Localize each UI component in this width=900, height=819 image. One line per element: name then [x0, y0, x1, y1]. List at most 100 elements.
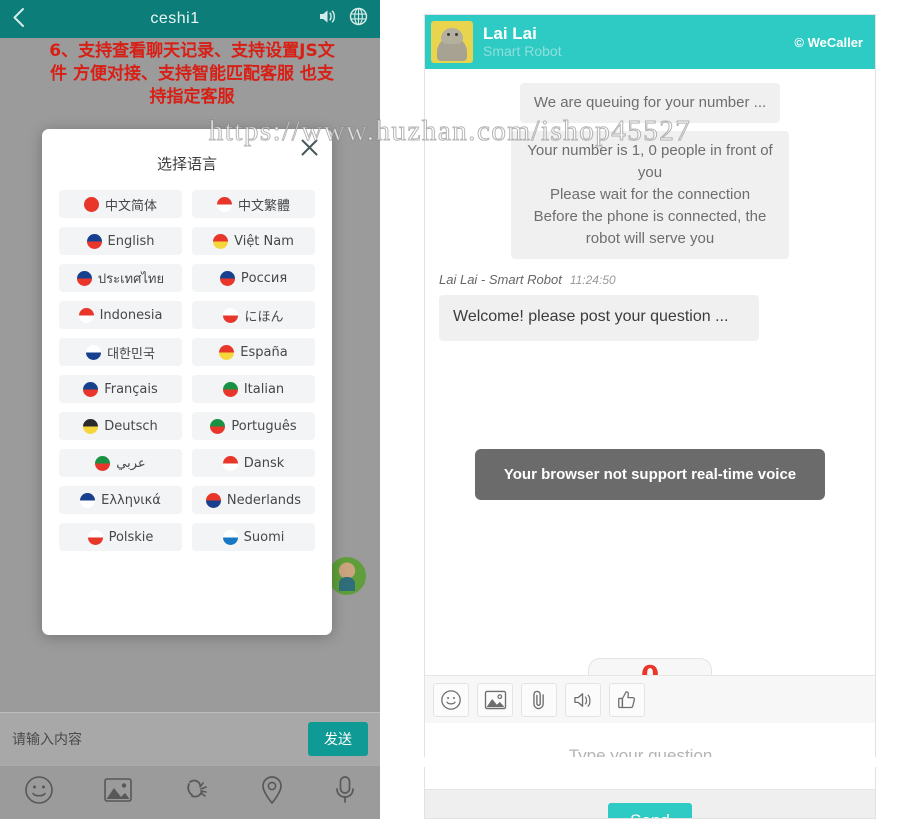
language-option-label: España [240, 344, 288, 360]
bot-subtitle: Smart Robot [483, 42, 562, 59]
language-option-label: Français [104, 381, 158, 397]
language-option-label: 대한민국 [107, 346, 155, 362]
promo-banner-text: 6、支持查看聊天记录、支持设置JS文件 方便对接、支持智能匹配客服 也支持指定客… [49, 41, 335, 107]
scan-artifact [424, 757, 876, 767]
image-icon[interactable] [477, 682, 513, 717]
dialog-title: 选择语言 [156, 155, 217, 173]
system-message-line: Please wait for the connection [549, 186, 751, 203]
language-option-label: Deutsch [104, 418, 158, 434]
language-option[interactable]: Polskie [59, 523, 182, 551]
microphone-icon[interactable] [334, 775, 356, 810]
language-option-label: Việt Nam [234, 233, 294, 249]
globe-icon[interactable] [349, 7, 368, 31]
language-option-label: Polskie [108, 529, 154, 545]
language-option-label: Indonesia [99, 307, 163, 323]
gr-flag-icon [80, 492, 96, 508]
language-option[interactable]: English [59, 227, 182, 255]
language-option[interactable]: Việt Nam [192, 227, 315, 255]
smiley-icon[interactable] [433, 682, 469, 717]
language-option-label: 中文繁體 [237, 198, 290, 214]
system-message-line: Before the phone is connected, the robot… [533, 208, 767, 247]
language-option[interactable]: 中文繁體 [192, 190, 315, 218]
left-panel-header: ceshi1 [0, 0, 380, 38]
ae-flag-icon [95, 455, 111, 471]
message-input[interactable]: 请输入内容 [12, 729, 308, 749]
screenshot-root: ceshi1 6、支持查看聊天记录、支持设置JS文件 方便对接、支持智能匹配客服… [0, 0, 900, 819]
system-message-waiting: Your number is 1, 0 people in front of y… [511, 131, 789, 259]
language-option[interactable]: عربي [59, 449, 182, 477]
toast-notification: Your browser not support real-time voice [475, 449, 825, 500]
language-option-label: Россия [240, 270, 288, 286]
chevron-left-icon[interactable] [12, 7, 38, 32]
kr-flag-icon [86, 344, 102, 360]
system-message-queue: We are queuing for your number ... [519, 83, 781, 123]
pt-flag-icon [210, 418, 226, 434]
paperclip-icon[interactable] [521, 682, 557, 717]
language-option[interactable]: Italian [192, 375, 315, 403]
chat-message-area: We are queuing for your number ... Your … [425, 69, 875, 718]
hk-flag-icon [216, 196, 232, 212]
uk-flag-icon [86, 233, 102, 249]
message-meta: Lai Lai - Smart Robot 11:24:50 [439, 272, 861, 287]
chat-input-area[interactable]: Type your question ... [425, 723, 875, 789]
send-button[interactable]: Send [608, 802, 692, 818]
bot-identity: Lai Lai Smart Robot [483, 24, 784, 59]
language-option-label: Italian [243, 381, 285, 397]
language-option[interactable]: ประเทศไทย [59, 264, 182, 292]
sticker-icon[interactable] [181, 776, 211, 809]
language-option-label: Nederlands [226, 492, 302, 508]
language-option[interactable]: Dansk [192, 449, 315, 477]
location-pin-icon[interactable] [259, 775, 285, 810]
robot-avatar [431, 21, 473, 63]
language-option-label: Dansk [243, 455, 285, 471]
left-bottom-toolbar [0, 765, 380, 819]
th-flag-icon [76, 270, 92, 286]
language-option[interactable]: Indonesia [59, 301, 182, 329]
language-option[interactable]: España [192, 338, 315, 366]
speaker-icon[interactable] [318, 8, 337, 30]
bot-welcome-message: Welcome! please post your question ... [439, 295, 759, 341]
chat-send-area: Send [425, 789, 875, 818]
language-option[interactable]: にほん [192, 301, 315, 329]
language-option[interactable]: Deutsch [59, 412, 182, 440]
pl-flag-icon [87, 529, 103, 545]
language-selection-dialog: 选择语言 中文简体 中文繁體 English Việt Nam ประเทศไทย Рос… [42, 129, 332, 635]
close-icon[interactable] [299, 137, 320, 162]
language-option[interactable]: Ελληνικά [59, 486, 182, 514]
image-icon[interactable] [103, 777, 133, 808]
de-flag-icon [83, 418, 99, 434]
jp-flag-icon [223, 307, 239, 323]
language-option[interactable]: Português [192, 412, 315, 440]
language-option[interactable]: Suomi [192, 523, 315, 551]
language-option[interactable]: 대한민국 [59, 338, 182, 366]
cn-flag-icon [83, 196, 99, 212]
language-option[interactable]: Nederlands [192, 486, 315, 514]
page-title: ceshi1 [150, 10, 200, 27]
language-option[interactable]: 中文简体 [59, 190, 182, 218]
language-option[interactable]: Россия [192, 264, 315, 292]
thumbs-up-icon[interactable] [609, 682, 645, 717]
message-sender: Lai Lai - Smart Robot [439, 272, 562, 287]
send-button[interactable]: 发送 [308, 722, 368, 756]
language-option-label: ประเทศไทย [97, 271, 165, 287]
fr-flag-icon [83, 381, 99, 397]
language-option-label: Ελληνικά [101, 492, 161, 508]
fi-flag-icon [222, 529, 238, 545]
language-option-label: 中文简体 [104, 198, 157, 214]
system-message-line: Your number is 1, 0 people in front of y… [527, 142, 773, 181]
language-grid: 中文简体 中文繁體 English Việt Nam ประเทศไทย Россия In… [42, 180, 332, 565]
language-option-label: Suomi [243, 529, 285, 545]
language-option-label: Português [231, 418, 297, 434]
smiley-icon[interactable] [24, 775, 54, 810]
left-mobile-panel: ceshi1 6、支持查看聊天记录、支持设置JS文件 方便对接、支持智能匹配客服… [0, 0, 380, 819]
language-option[interactable]: Français [59, 375, 182, 403]
dk-flag-icon [222, 455, 238, 471]
speaker-icon[interactable] [565, 682, 601, 717]
language-option-label: عربي [116, 455, 146, 471]
language-option-label: English [107, 233, 155, 249]
language-option-label: にほん [244, 309, 284, 325]
chat-toolbar [425, 675, 875, 723]
left-input-bar: 请输入内容 发送 [0, 712, 380, 765]
vn-flag-icon [213, 233, 229, 249]
chat-widget-header: Lai Lai Smart Robot © WeCaller [425, 15, 875, 69]
